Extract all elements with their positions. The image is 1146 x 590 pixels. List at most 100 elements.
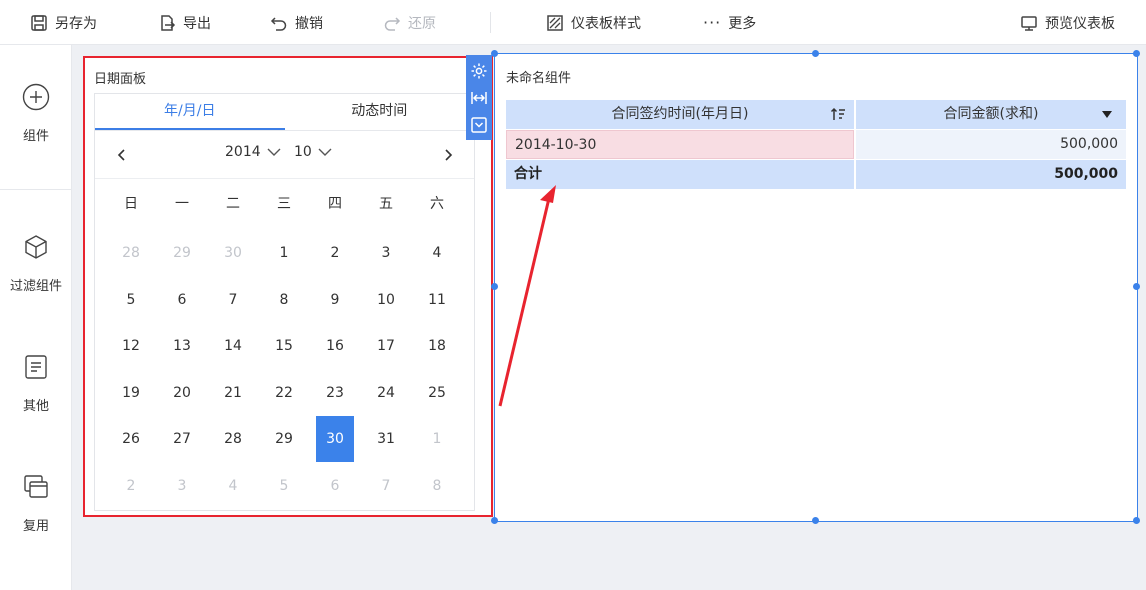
weekday-header: 日 xyxy=(124,196,138,212)
calendar-day[interactable]: 8 xyxy=(418,463,456,509)
calendar-day[interactable]: 3 xyxy=(367,230,405,276)
calendar-day[interactable]: 28 xyxy=(214,416,252,462)
calendar-day[interactable]: 29 xyxy=(265,416,303,462)
calendar-day[interactable]: 25 xyxy=(418,370,456,416)
next-month-button[interactable] xyxy=(436,143,460,167)
calendar-day[interactable]: 2 xyxy=(112,463,150,509)
preview-dashboard-button[interactable]: 预览仪表板 xyxy=(1020,0,1115,45)
month-value: 10 xyxy=(294,144,312,160)
calendar-day[interactable]: 7 xyxy=(367,463,405,509)
dropdown-box-icon[interactable] xyxy=(470,116,488,134)
caret-down-icon[interactable] xyxy=(1102,111,1112,118)
sidebar-item-components[interactable]: 组件 xyxy=(0,83,72,144)
calendar-day[interactable]: 7 xyxy=(214,277,252,323)
resize-handle[interactable] xyxy=(491,50,498,57)
calendar-day[interactable]: 11 xyxy=(418,277,456,323)
resize-handle[interactable] xyxy=(812,517,819,524)
table-widget[interactable]: 未命名组件 合同签约时间(年月日) 合同金额(求和) 2014-10-30 50… xyxy=(491,50,1140,524)
cell-amount[interactable]: 500,000 xyxy=(856,130,1126,159)
save-as-label: 另存为 xyxy=(55,15,97,32)
calendar-day[interactable]: 3 xyxy=(163,463,201,509)
cube-icon xyxy=(25,235,47,259)
palette-icon xyxy=(547,14,563,31)
calendar-day[interactable]: 4 xyxy=(418,230,456,276)
year-select[interactable]: 2014 xyxy=(225,144,281,160)
calendar-day[interactable]: 12 xyxy=(112,323,150,369)
undo-icon xyxy=(270,16,287,31)
copy-icon xyxy=(24,475,48,498)
dashboard-style-button[interactable]: 仪表板样式 xyxy=(546,0,641,45)
resize-handle[interactable] xyxy=(1133,50,1140,57)
sidebar-item-label: 组件 xyxy=(22,129,49,144)
cell-date[interactable]: 2014-10-30 xyxy=(506,130,854,159)
calendar-day[interactable]: 28 xyxy=(112,230,150,276)
sidebar-item-filter-components[interactable]: 过滤组件 xyxy=(0,233,72,294)
total-label: 合计 xyxy=(506,160,854,189)
dashboard-style-label: 仪表板样式 xyxy=(571,15,641,32)
calendar-day[interactable]: 18 xyxy=(418,323,456,369)
calendar-day[interactable]: 16 xyxy=(316,323,354,369)
calendar-day[interactable]: 31 xyxy=(367,416,405,462)
header-contract-date[interactable]: 合同签约时间(年月日) xyxy=(506,100,854,129)
save-as-button[interactable]: 另存为 xyxy=(30,0,97,45)
calendar-day[interactable]: 6 xyxy=(316,463,354,509)
calendar-day[interactable]: 8 xyxy=(265,277,303,323)
header-contract-amount[interactable]: 合同金额(求和) xyxy=(856,100,1126,129)
calendar-day[interactable]: 14 xyxy=(214,323,252,369)
calendar-header: 2014 10 xyxy=(95,131,474,179)
calendar-day[interactable]: 1 xyxy=(265,230,303,276)
top-toolbar: 另存为 导出 撤销 还原 仪表板样式 ··· 更多 预览仪表板 xyxy=(0,0,1146,45)
calendar-day[interactable]: 10 xyxy=(367,277,405,323)
sort-icon[interactable] xyxy=(830,107,846,122)
calendar-day[interactable]: 1 xyxy=(418,416,456,462)
calendar-day[interactable]: 2 xyxy=(316,230,354,276)
calendar-day[interactable]: 6 xyxy=(163,277,201,323)
chevron-left-icon xyxy=(117,149,125,161)
calendar-day[interactable]: 17 xyxy=(367,323,405,369)
calendar-day[interactable]: 29 xyxy=(163,230,201,276)
widget-tool-strip xyxy=(466,55,492,140)
calendar-day[interactable]: 30 xyxy=(316,416,354,462)
calendar-day[interactable]: 13 xyxy=(163,323,201,369)
resize-handle[interactable] xyxy=(491,283,498,290)
chevron-down-icon xyxy=(267,148,281,156)
tab-ymd[interactable]: 年/月/日 xyxy=(95,94,285,130)
calendar-day[interactable]: 5 xyxy=(112,277,150,323)
redo-button[interactable]: 还原 xyxy=(383,0,436,45)
calendar-day[interactable]: 5 xyxy=(265,463,303,509)
weekday-header: 一 xyxy=(175,196,189,212)
gear-icon[interactable] xyxy=(470,62,488,80)
export-button[interactable]: 导出 xyxy=(158,0,211,45)
prev-month-button[interactable] xyxy=(110,143,134,167)
resize-handle[interactable] xyxy=(491,517,498,524)
tab-dynamic-time[interactable]: 动态时间 xyxy=(285,94,475,130)
calendar: 年/月/日 动态时间 2014 10 日一二三四五六 28 29 30 1 2 3 4 5 6 7 8… xyxy=(94,93,475,511)
calendar-day[interactable]: 24 xyxy=(367,370,405,416)
calendar-day[interactable]: 4 xyxy=(214,463,252,509)
weekday-header: 四 xyxy=(328,196,342,212)
undo-button[interactable]: 撤销 xyxy=(270,0,323,45)
resize-handle[interactable] xyxy=(1133,283,1140,290)
calendar-day[interactable]: 27 xyxy=(163,416,201,462)
calendar-day[interactable]: 30 xyxy=(214,230,252,276)
calendar-day[interactable]: 22 xyxy=(265,370,303,416)
calendar-day[interactable]: 15 xyxy=(265,323,303,369)
preview-label: 预览仪表板 xyxy=(1045,15,1115,32)
more-button[interactable]: ··· 更多 xyxy=(703,0,756,45)
calendar-day[interactable]: 20 xyxy=(163,370,201,416)
sidebar-item-reuse[interactable]: 复用 xyxy=(0,473,72,534)
month-select[interactable]: 10 xyxy=(294,144,332,160)
calendar-day[interactable]: 26 xyxy=(112,416,150,462)
resize-handle[interactable] xyxy=(812,50,819,57)
sidebar-item-other[interactable]: 其他 xyxy=(0,353,72,414)
calendar-day[interactable]: 19 xyxy=(112,370,150,416)
calendar-day[interactable]: 9 xyxy=(316,277,354,323)
redo-icon xyxy=(384,16,401,31)
calendar-day[interactable]: 23 xyxy=(316,370,354,416)
chevron-down-icon xyxy=(318,148,332,156)
fit-width-icon[interactable] xyxy=(470,89,488,107)
date-panel-widget[interactable]: 日期面板 年/月/日 动态时间 2014 10 日一二三四五六 28 29 30 1 2 3… xyxy=(83,56,493,517)
resize-handle[interactable] xyxy=(1133,517,1140,524)
weekday-header: 六 xyxy=(430,196,444,212)
calendar-day[interactable]: 21 xyxy=(214,370,252,416)
